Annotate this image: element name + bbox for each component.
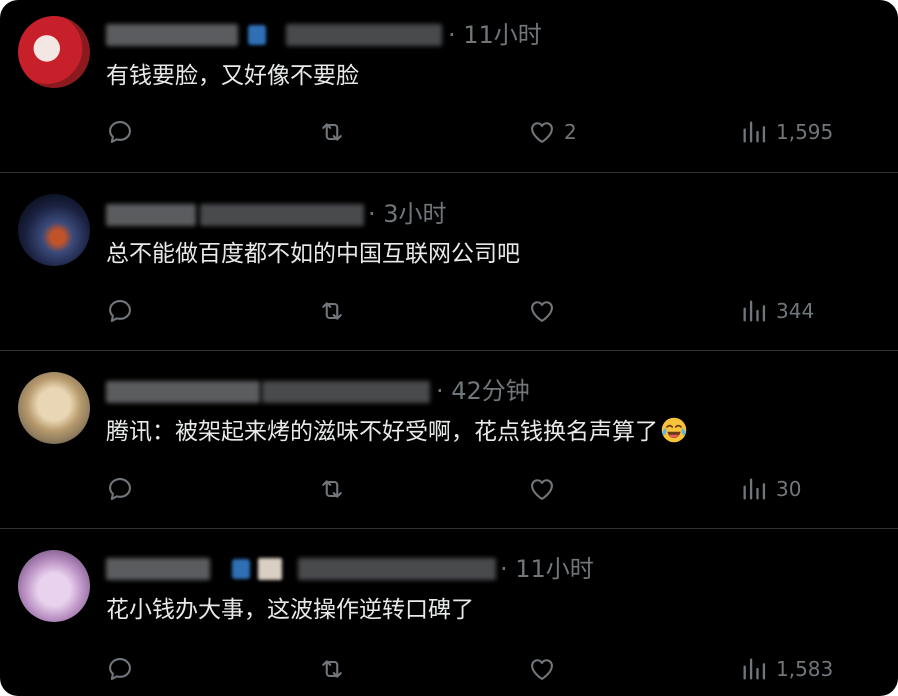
username-blurred[interactable] <box>286 24 442 46</box>
retweet-icon <box>322 302 342 320</box>
verified-badge <box>248 25 266 45</box>
display-name-blurred[interactable] <box>106 381 260 403</box>
retweet-button[interactable] <box>318 654 346 684</box>
view-count: 1,595 <box>776 120 834 144</box>
tweet-text: 总不能做百度都不如的中国互联网公司吧 <box>106 241 520 267</box>
reply-button[interactable] <box>106 117 134 147</box>
tweet-3[interactable]: · 42分钟 腾讯：被架起来烤的滋味不好受啊，花点钱换名声算了 30 <box>0 350 898 529</box>
like-button[interactable] <box>528 474 556 504</box>
like-button[interactable] <box>528 654 556 684</box>
retweet-button[interactable] <box>318 474 346 504</box>
views-icon <box>743 478 766 500</box>
avatar[interactable] <box>18 16 90 88</box>
views-button[interactable]: 344 <box>740 296 814 326</box>
tweet-text: 有钱要脸，又好像不要脸 <box>106 63 359 89</box>
retweet-icon <box>322 480 342 498</box>
reply-button[interactable] <box>106 296 134 326</box>
like-icon <box>531 122 553 143</box>
reply-button[interactable] <box>106 654 134 684</box>
display-name-blurred[interactable] <box>106 558 210 580</box>
tweet-text: 腾讯：被架起来烤的滋味不好受啊，花点钱换名声算了 <box>106 416 688 448</box>
retweet-button[interactable] <box>318 296 346 326</box>
username-blurred[interactable] <box>262 381 430 403</box>
reply-icon <box>109 121 131 143</box>
post-time[interactable]: · 3小时 <box>368 199 447 229</box>
views-button[interactable]: 1,595 <box>740 117 833 147</box>
view-count: 30 <box>776 477 802 501</box>
tweet-text-body: 腾讯：被架起来烤的滋味不好受啊，花点钱换名声算了 <box>106 419 658 445</box>
reply-button[interactable] <box>106 474 134 504</box>
display-name-blurred[interactable] <box>106 204 196 226</box>
retweet-button[interactable] <box>318 117 346 147</box>
tweet-text: 花小钱办大事，这波操作逆转口碑了 <box>106 597 474 623</box>
views-button[interactable]: 30 <box>740 474 801 504</box>
tweet-2[interactable]: · 3小时 总不能做百度都不如的中国互联网公司吧 344 <box>0 172 898 351</box>
reply-thread: · 11小时 有钱要脸，又好像不要脸 2 1,595 · 3小时 总不能做百度都… <box>0 0 898 696</box>
like-button[interactable]: 2 <box>528 117 577 147</box>
post-time[interactable]: · 11小时 <box>448 20 542 50</box>
views-button[interactable]: 1,583 <box>740 654 833 684</box>
like-count: 2 <box>564 120 577 144</box>
like-icon <box>531 479 553 500</box>
affiliate-badge <box>258 558 282 580</box>
retweet-icon <box>322 660 342 678</box>
like-button[interactable] <box>528 296 556 326</box>
view-count: 344 <box>776 299 815 323</box>
reply-icon <box>109 300 131 322</box>
views-icon <box>743 300 766 322</box>
like-icon <box>531 659 553 680</box>
view-count: 1,583 <box>776 657 834 681</box>
avatar[interactable] <box>18 194 90 266</box>
like-icon <box>531 301 553 322</box>
avatar[interactable] <box>18 372 90 444</box>
username-blurred[interactable] <box>298 558 496 580</box>
avatar[interactable] <box>18 550 90 622</box>
username-blurred[interactable] <box>200 204 364 226</box>
tweet-4[interactable]: · 11小时 花小钱办大事，这波操作逆转口碑了 1,583 <box>0 528 898 696</box>
post-time[interactable]: · 42分钟 <box>436 376 530 406</box>
display-name-blurred[interactable] <box>106 24 238 46</box>
views-icon <box>743 121 766 143</box>
reply-icon <box>109 478 131 500</box>
reply-icon <box>109 658 131 680</box>
tweet-1[interactable]: · 11小时 有钱要脸，又好像不要脸 2 1,595 <box>0 0 898 173</box>
verified-badge <box>232 559 250 579</box>
post-time[interactable]: · 11小时 <box>500 554 594 584</box>
views-icon <box>743 658 766 680</box>
face-with-tears-of-joy-icon <box>661 417 687 443</box>
retweet-icon <box>322 123 342 141</box>
